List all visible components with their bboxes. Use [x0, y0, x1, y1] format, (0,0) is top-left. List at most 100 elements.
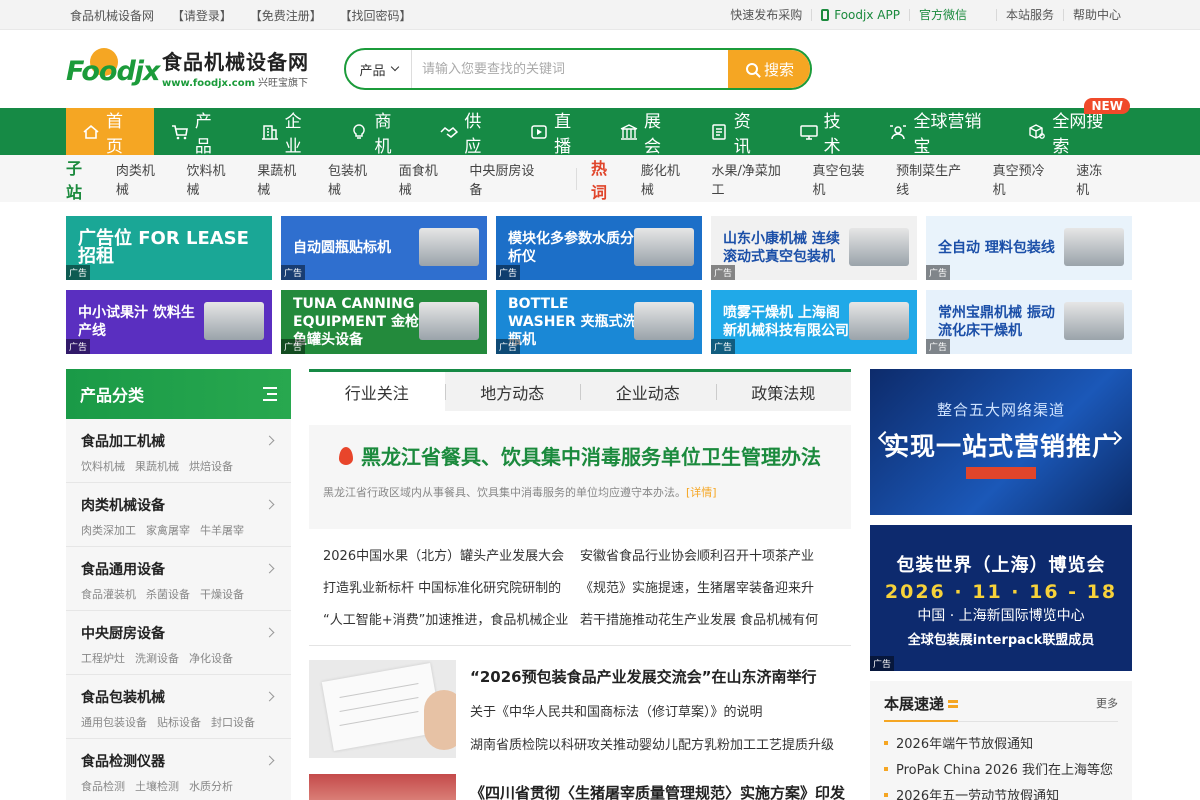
- subcategory-link[interactable]: 水质分析: [189, 780, 233, 793]
- recover-password-link[interactable]: 【找回密码】: [340, 9, 412, 23]
- subcategory-link[interactable]: 家禽屠宰: [146, 524, 190, 537]
- category-item[interactable]: 食品检测仪器食品检测 土壤检测 水质分析: [66, 739, 291, 800]
- site-name-link[interactable]: 食品机械设备网: [70, 9, 154, 23]
- list-item[interactable]: 2026年五一劳动节放假通知: [884, 784, 1118, 800]
- news-link[interactable]: 打造乳业新标杆 中国标准化研究院研制的: [323, 573, 580, 605]
- category-item[interactable]: 食品通用设备食品灌装机 杀菌设备 干燥设备: [66, 547, 291, 611]
- tab-industry-focus[interactable]: 行业关注: [309, 372, 445, 411]
- subcategory-link[interactable]: 洗涮设备: [135, 652, 179, 665]
- featured-story[interactable]: “2026预包装食品产业发展交流会”在山东济南举行 关于《中华人民共和国商标法（…: [309, 660, 851, 758]
- subcategory-link[interactable]: 净化设备: [189, 652, 233, 665]
- subcategory-link[interactable]: 封口设备: [211, 716, 255, 729]
- hot-word-link[interactable]: 水果/净菜加工: [712, 160, 794, 198]
- hot-word-link[interactable]: 真空预冷机: [993, 160, 1058, 198]
- site-service-link[interactable]: 本站服务: [995, 9, 1063, 21]
- story-title[interactable]: “2026预包装食品产业发展交流会”在山东济南举行: [470, 666, 834, 687]
- subcategory-link[interactable]: 通用包装设备: [81, 716, 147, 729]
- nav-supply[interactable]: 供应: [423, 108, 513, 157]
- list-item[interactable]: 2026年端午节放假通知: [884, 732, 1118, 758]
- nav-global-marketing[interactable]: 全球营销宝: [872, 108, 1011, 157]
- category-name[interactable]: 中央厨房设备: [81, 623, 276, 643]
- menu-icon[interactable]: [261, 387, 277, 401]
- subcategory-link[interactable]: 肉类深加工: [81, 524, 136, 537]
- subcategory-link[interactable]: 工程炉灶: [81, 652, 125, 665]
- hot-word-link[interactable]: 膨化机械: [641, 160, 693, 198]
- news-link[interactable]: 2026中国水果（北方）罐头产业发展大会: [323, 541, 580, 573]
- story-link[interactable]: 湖南省质检院以科研攻关推动婴幼儿配方乳粉加工工艺提质升级: [470, 734, 834, 753]
- subcategory-link[interactable]: 食品灌装机: [81, 588, 136, 601]
- details-link[interactable]: [详情]: [686, 486, 717, 499]
- nav-tech[interactable]: 技术: [783, 108, 873, 157]
- login-link[interactable]: 【请登录】: [172, 9, 232, 23]
- hot-word-link[interactable]: 速冻机: [1076, 160, 1115, 198]
- featured-story[interactable]: 《四川省贯彻〈生猪屠宰质量管理规范〉实施方案》印发: [309, 774, 851, 800]
- ad-banner[interactable]: BOTTLE WASHER 夹瓶式洗瓶机 广告: [496, 290, 702, 354]
- marketing-banner[interactable]: 整合五大网络渠道 实现一站式营销推广: [870, 369, 1132, 515]
- ad-banner[interactable]: 喷雾干燥机 上海阁新机械科技有限公司 广告: [711, 290, 917, 354]
- category-item[interactable]: 食品包装机械通用包装设备 贴标设备 封口设备: [66, 675, 291, 739]
- app-link[interactable]: Foodjx APP: [811, 9, 909, 21]
- nav-web-search[interactable]: 全网搜索 NEW: [1011, 98, 1134, 157]
- category-name[interactable]: 食品检测仪器: [81, 751, 276, 771]
- more-link[interactable]: 更多: [1096, 695, 1118, 711]
- tab-local-news[interactable]: 地方动态: [444, 372, 581, 411]
- category-name[interactable]: 食品通用设备: [81, 559, 276, 579]
- ad-banner[interactable]: 常州宝鼎机械 振动流化床干燥机 广告: [926, 290, 1132, 354]
- help-center-link[interactable]: 帮助中心: [1062, 9, 1130, 21]
- ad-banner[interactable]: TUNA CANNING EQUIPMENT 金枪鱼罐头设备 广告: [281, 290, 487, 354]
- search-button[interactable]: 搜索: [728, 50, 810, 88]
- ad-banner[interactable]: 中小试果汁 饮料生产线 广告: [66, 290, 272, 354]
- category-item[interactable]: 肉类机械设备肉类深加工 家禽屠宰 牛羊屠宰: [66, 483, 291, 547]
- subcategory-link[interactable]: 土壤检测: [135, 780, 179, 793]
- ad-banner[interactable]: 山东小康机械 连续滚动式真空包装机 广告: [711, 216, 917, 280]
- news-link[interactable]: 《规范》实施提速，生猪屠宰装备迎来升: [580, 573, 837, 605]
- sub-site-link[interactable]: 果蔬机械: [257, 160, 309, 198]
- hot-word-link[interactable]: 真空包装机: [812, 160, 877, 198]
- nav-opportunities[interactable]: 商机: [333, 108, 423, 157]
- ad-banner[interactable]: 模块化多参数水质分析仪 广告: [496, 216, 702, 280]
- search-input[interactable]: [412, 50, 728, 88]
- nav-home[interactable]: 首页: [66, 108, 154, 157]
- nav-live[interactable]: 直播: [513, 108, 603, 157]
- story-title[interactable]: 《四川省贯彻〈生猪屠宰质量管理规范〉实施方案》印发: [470, 782, 845, 800]
- search-category-select[interactable]: 产品: [346, 50, 412, 88]
- hot-word-link[interactable]: 预制菜生产线: [896, 160, 974, 198]
- nav-products[interactable]: 产品: [154, 108, 244, 157]
- register-link[interactable]: 【免费注册】: [250, 9, 322, 23]
- news-link[interactable]: 安徽省食品行业协会顺利召开十项茶产业: [580, 541, 837, 573]
- sub-site-link[interactable]: 中央厨房设备: [469, 160, 547, 198]
- sub-site-link[interactable]: 包装机械: [328, 160, 380, 198]
- subcategory-link[interactable]: 牛羊屠宰: [200, 524, 244, 537]
- category-name[interactable]: 肉类机械设备: [81, 495, 276, 515]
- subcategory-link[interactable]: 贴标设备: [157, 716, 201, 729]
- story-link[interactable]: 关于《中华人民共和国商标法（修订草案）》的说明: [470, 701, 834, 720]
- category-name[interactable]: 食品加工机械: [81, 431, 276, 451]
- subcategory-link[interactable]: 杀菌设备: [146, 588, 190, 601]
- ad-banner[interactable]: 自动圆瓶贴标机 广告: [281, 216, 487, 280]
- news-link[interactable]: 若干措施推动花生产业发展 食品机械有何: [580, 605, 837, 637]
- ad-banner[interactable]: 广告位 FOR LEASE 招租 广告: [66, 216, 272, 280]
- post-purchase-link[interactable]: 快速发布采购: [721, 9, 811, 21]
- ad-banner[interactable]: 全自动 理料包装线 广告: [926, 216, 1132, 280]
- nav-companies[interactable]: 企业: [244, 108, 334, 157]
- sub-site-link[interactable]: 肉类机械: [116, 160, 168, 198]
- tab-policy[interactable]: 政策法规: [715, 372, 852, 411]
- headline-title[interactable]: 黑龙江省餐具、饮具集中消毒服务单位卫生管理办法: [323, 441, 837, 470]
- subcategory-link[interactable]: 干燥设备: [200, 588, 244, 601]
- subcategory-link[interactable]: 饮料机械: [81, 460, 125, 473]
- category-name[interactable]: 食品包装机械: [81, 687, 276, 707]
- list-item[interactable]: ProPak China 2026 我们在上海等您: [884, 758, 1118, 784]
- subcategory-link[interactable]: 果蔬机械: [135, 460, 179, 473]
- expo-banner[interactable]: 包装世界（上海）博览会 2026 · 11 · 16 - 18 中国 · 上海新…: [870, 525, 1132, 671]
- tab-company-news[interactable]: 企业动态: [580, 372, 716, 411]
- subcategory-link[interactable]: 烘焙设备: [189, 460, 233, 473]
- wechat-link[interactable]: 官方微信: [908, 9, 976, 21]
- site-logo[interactable]: Foodjx 食品机械设备网 www.foodjx.com 兴旺宝旗下: [66, 46, 344, 92]
- sub-site-link[interactable]: 面食机械: [399, 160, 451, 198]
- subcategory-link[interactable]: 食品检测: [81, 780, 125, 793]
- category-item[interactable]: 中央厨房设备工程炉灶 洗涮设备 净化设备: [66, 611, 291, 675]
- nav-exhibitions[interactable]: 展会: [603, 108, 693, 157]
- sub-site-link[interactable]: 饮料机械: [187, 160, 239, 198]
- nav-news[interactable]: 资讯: [693, 108, 783, 157]
- category-item[interactable]: 食品加工机械饮料机械 果蔬机械 烘焙设备: [66, 419, 291, 483]
